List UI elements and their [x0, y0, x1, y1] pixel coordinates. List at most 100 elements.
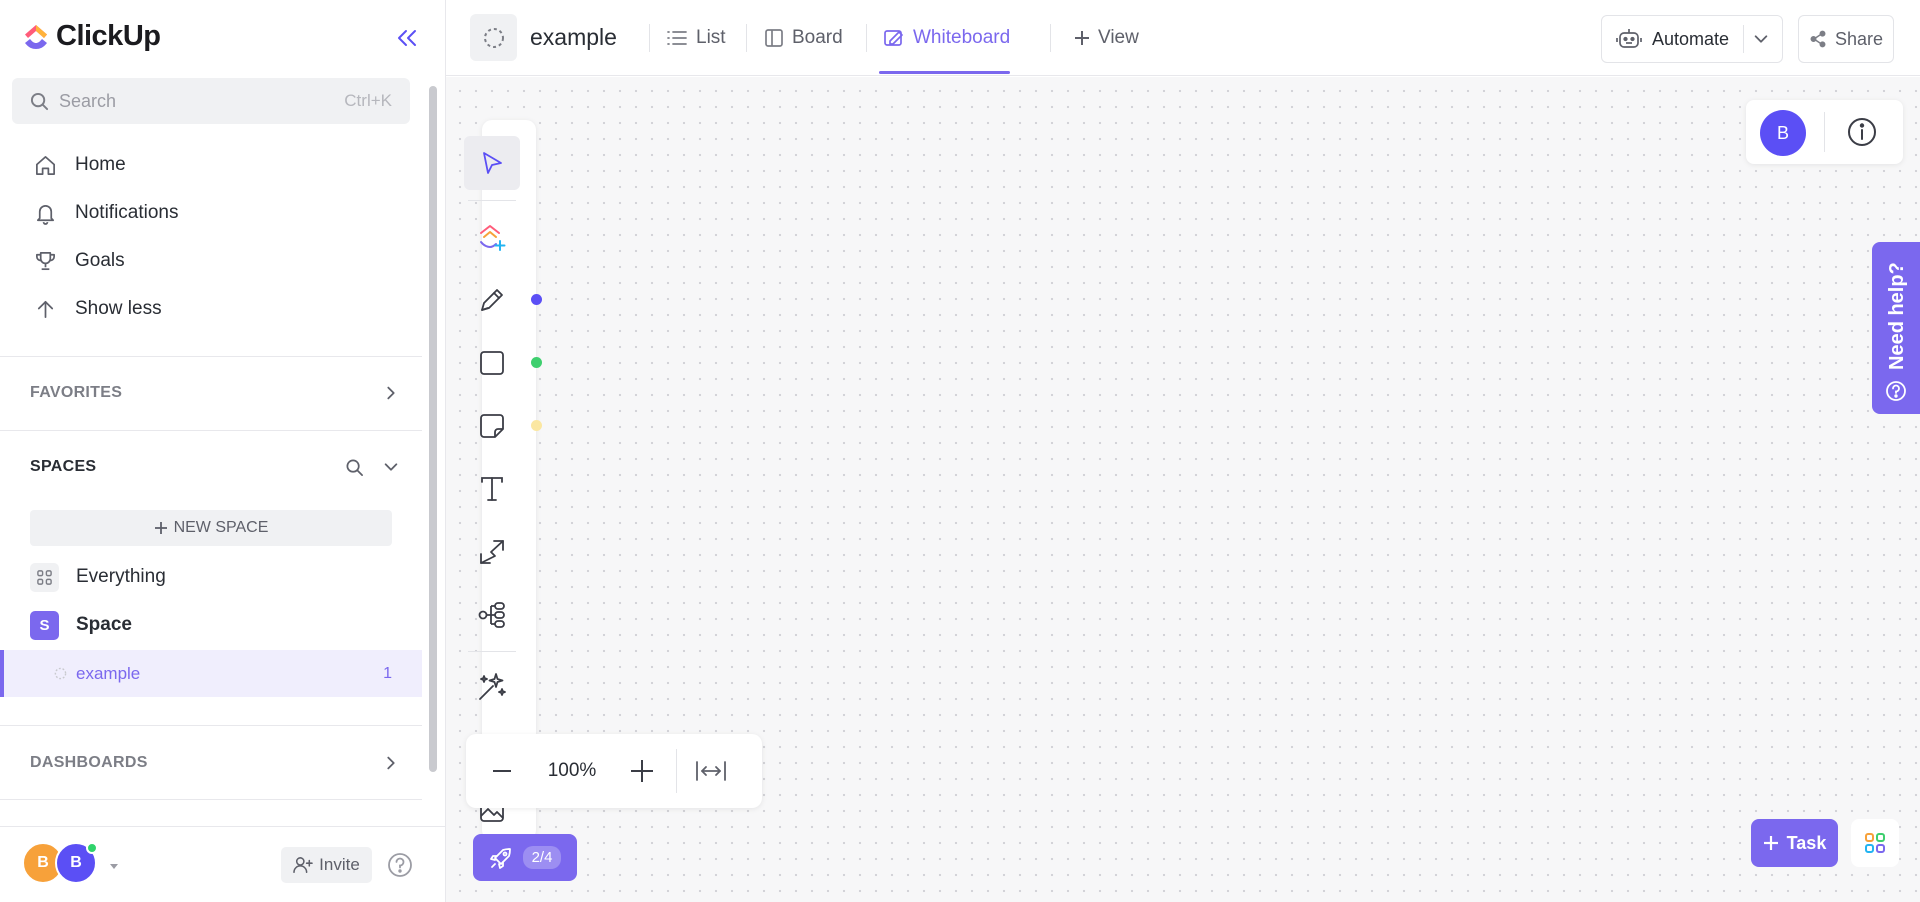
space-avatar: S [30, 610, 59, 640]
grid-icon [30, 562, 59, 592]
collapse-sidebar-button[interactable] [393, 24, 421, 52]
clickup-logo[interactable]: ClickUp [22, 20, 161, 53]
mind-map-tool[interactable] [464, 588, 520, 642]
onboarding-checklist-button[interactable]: 2/4 [473, 834, 577, 881]
connector-tool[interactable] [464, 525, 520, 579]
onboarding-progress: 2/4 [522, 846, 562, 869]
tab-board[interactable]: Board [764, 0, 843, 76]
zoom-out-button[interactable] [474, 743, 530, 799]
space-label: Space [76, 614, 132, 635]
clickup-items-tool[interactable] [464, 210, 520, 264]
sticky-color-indicator [531, 420, 542, 431]
clickup-add-icon [480, 225, 506, 251]
fit-to-screen-button[interactable] [683, 743, 739, 799]
bell-icon [32, 200, 58, 226]
ai-tool[interactable] [464, 660, 520, 714]
zoom-in-button[interactable] [614, 743, 670, 799]
help-icon[interactable] [387, 852, 413, 878]
search-icon[interactable] [345, 458, 364, 477]
nav-item-label: Home [75, 154, 126, 175]
add-view-button[interactable]: View [1074, 0, 1139, 76]
list-task-count: 1 [383, 664, 392, 682]
online-status-dot [86, 842, 98, 854]
nav-item-label: Notifications [75, 202, 179, 223]
favorites-section-header[interactable]: FAVORITES [30, 378, 400, 408]
search-placeholder: Search [59, 90, 117, 111]
list-icon-button[interactable] [470, 14, 517, 61]
sidebar-nav: Home Notifications Goals Show less [0, 141, 420, 333]
invite-button[interactable]: Invite [281, 847, 372, 883]
apps-grid-icon [1865, 833, 1885, 853]
tab-whiteboard[interactable]: Whiteboard [878, 0, 1011, 76]
chevron-down-icon[interactable] [1752, 30, 1770, 48]
pen-icon [481, 289, 503, 311]
zoom-level[interactable]: 100% [530, 760, 614, 782]
sidebar-scrollbar[interactable] [429, 86, 437, 772]
divider [468, 200, 516, 201]
nav-item-home[interactable]: Home [0, 141, 420, 189]
add-user-icon [293, 857, 313, 873]
rocket-icon [489, 847, 511, 869]
share-label: Share [1834, 28, 1884, 49]
everything-label: Everything [76, 566, 166, 587]
sidebar-item-space[interactable]: S Space [30, 605, 132, 645]
collaborators-panel: B [1746, 100, 1903, 164]
nav-item-label: Goals [75, 250, 125, 271]
whiteboard-icon [884, 30, 903, 46]
divider [1743, 25, 1745, 53]
info-icon[interactable] [1846, 116, 1878, 148]
minus-icon [493, 770, 511, 772]
trophy-icon [32, 248, 58, 274]
new-space-button[interactable]: NEW SPACE [30, 510, 392, 546]
task-label: Task [1786, 832, 1827, 853]
divider [468, 651, 516, 652]
top-bar: example List Board Whiteboard View Autom… [446, 0, 1920, 76]
dashboards-title: DASHBOARDS [30, 754, 148, 771]
text-tool[interactable] [464, 462, 520, 516]
home-icon [32, 152, 58, 178]
divider [649, 24, 650, 52]
sticky-note-tool[interactable] [464, 399, 520, 453]
divider [676, 749, 677, 793]
divider [0, 799, 422, 800]
divider [866, 24, 867, 52]
chevron-right-icon [387, 756, 395, 770]
plus-icon [1763, 836, 1778, 850]
select-tool[interactable] [464, 136, 520, 190]
automate-button[interactable]: Automate [1601, 15, 1783, 63]
sidebar-item-example-list[interactable]: example 1 [0, 650, 422, 697]
list-status-icon [54, 667, 67, 680]
list-label: example [76, 663, 141, 683]
sidebar-item-everything[interactable]: Everything [30, 557, 166, 597]
add-task-button[interactable]: Task [1751, 819, 1838, 867]
chevron-down-icon[interactable] [382, 458, 400, 476]
pen-tool[interactable] [464, 273, 520, 327]
need-help-label: Need help? [1886, 262, 1908, 370]
list-title[interactable]: example [530, 24, 617, 51]
nav-item-goals[interactable]: Goals [0, 237, 420, 285]
automate-label: Automate [1652, 28, 1730, 49]
collaborator-avatar[interactable]: B [1760, 110, 1806, 156]
sticky-note-icon [480, 414, 504, 438]
invite-label: Invite [319, 855, 360, 874]
divider [1824, 112, 1825, 152]
apps-button[interactable] [1851, 819, 1899, 867]
shape-tool[interactable] [464, 336, 520, 390]
pen-color-indicator [531, 294, 542, 305]
caret-down-icon[interactable] [108, 860, 120, 872]
plus-icon [631, 760, 653, 782]
mind-map-icon [478, 602, 505, 628]
nav-item-notifications[interactable]: Notifications [0, 189, 420, 237]
cursor-icon [483, 152, 502, 174]
sidebar-footer: B B Invite [0, 826, 446, 902]
tab-list[interactable]: List [666, 0, 726, 76]
dashboards-section-header[interactable]: DASHBOARDS [30, 748, 400, 778]
share-button[interactable]: Share [1798, 15, 1894, 63]
nav-item-show-less[interactable]: Show less [0, 285, 420, 333]
need-help-tab[interactable]: Need help? [1872, 242, 1920, 414]
arrow-up-icon [32, 296, 58, 322]
spaces-actions [345, 458, 400, 477]
search-input[interactable]: Search Ctrl+K [12, 78, 410, 124]
search-shortcut: Ctrl+K [344, 91, 392, 110]
zoom-controls: 100% [466, 734, 762, 808]
